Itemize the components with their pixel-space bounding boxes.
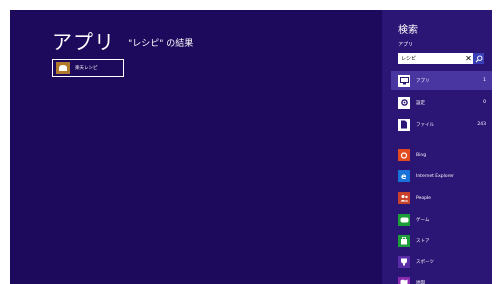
category-count: 1 [483,78,486,83]
clear-search-button[interactable]: ✕ [464,53,473,64]
start-screen: アプリ "レシピ" の結果 楽天レシピ 検索 アプリ ✕ [10,10,492,284]
maps-icon [398,277,410,284]
search-app-games[interactable]: ゲーム [398,213,488,227]
category-label: アプリ [416,78,430,84]
settings-icon [398,96,410,109]
app-label: Internet Explorer [416,173,455,179]
people-icon [398,192,410,204]
app-label: People [416,195,431,201]
internet-explorer-icon: e [398,170,410,182]
results-subtitle: "レシピ" の結果 [128,39,194,49]
results-header: アプリ "レシピ" の結果 [52,26,193,55]
search-category-files[interactable]: ファイル 243 [391,115,492,134]
search-scope-label: アプリ [398,42,414,48]
bing-icon [398,149,410,161]
app-label: Bing [416,152,427,158]
search-icon [475,55,483,62]
search-app-store[interactable]: ストア [398,234,488,248]
charm-title: 検索 [398,25,418,36]
search-app-bing[interactable]: Bing [398,148,488,162]
files-icon [398,118,410,131]
search-button[interactable] [473,53,484,64]
search-app-internet-explorer[interactable]: e Internet Explorer [398,169,488,183]
search-charm-pane: 検索 アプリ ✕ アプリ 1 [382,10,492,284]
app-label: ゲーム [416,218,430,223]
rakuten-recipe-icon [56,62,70,74]
search-box: ✕ [398,53,484,64]
search-input[interactable] [398,53,464,64]
apps-icon [398,74,410,87]
search-app-people[interactable]: People [398,191,488,205]
category-count: 0 [483,100,486,105]
app-label: ストア [416,239,430,244]
search-app-sports[interactable]: スポーツ [398,255,488,269]
app-label: スポーツ [416,260,434,265]
search-app-maps[interactable]: 地図 [398,276,488,284]
result-tile-rakuten-recipe[interactable]: 楽天レシピ [52,59,124,77]
app-label: 地図 [416,281,425,284]
games-icon [398,214,410,226]
svg-text:e: e [401,172,407,180]
result-tile-label: 楽天レシピ [75,66,98,71]
search-category-settings[interactable]: 設定 0 [391,93,492,112]
store-icon [398,235,410,247]
close-icon: ✕ [465,54,472,63]
category-label: 設定 [416,100,425,106]
search-results-area: アプリ "レシピ" の結果 楽天レシピ [10,10,382,284]
search-category-apps[interactable]: アプリ 1 [391,71,492,90]
category-count: 243 [477,122,486,127]
results-title: アプリ [52,30,115,54]
category-label: ファイル [416,122,434,128]
sports-icon [398,256,410,268]
